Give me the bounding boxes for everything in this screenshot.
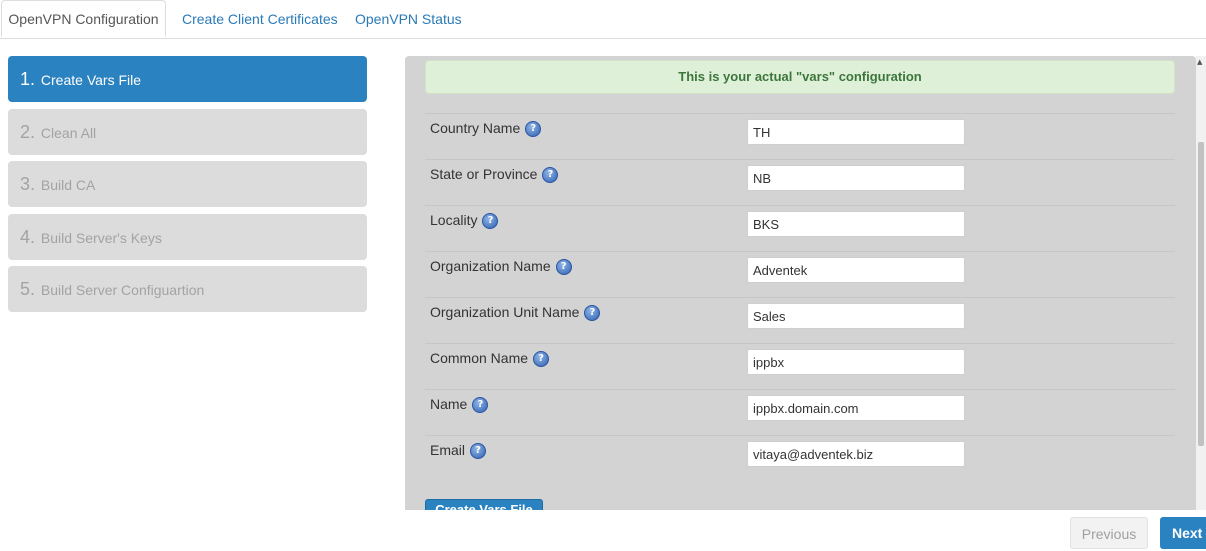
field-label: Locality — [430, 212, 478, 228]
step-number: 2. — [20, 122, 36, 142]
form-row-common-name: Common Name? — [425, 343, 1175, 390]
help-icon[interactable]: ? — [542, 167, 559, 184]
tab-openvpn-status[interactable]: OpenVPN Status — [355, 0, 462, 37]
help-icon[interactable]: ? — [472, 397, 489, 414]
organization-unit-name-field[interactable] — [747, 303, 965, 329]
form-row-organization-name: Organization Name? — [425, 251, 1175, 298]
organization-name-field[interactable] — [747, 257, 965, 283]
step-number: 3. — [20, 174, 36, 194]
previous-button[interactable]: Previous — [1070, 517, 1148, 549]
next-button[interactable]: Next — [1160, 517, 1206, 549]
content-scrollbar[interactable]: ▲ — [1196, 56, 1206, 510]
info-alert: This is your actual "vars" configuration — [425, 60, 1175, 94]
create-vars-file-button[interactable]: Create Vars File — [425, 499, 543, 510]
name-field[interactable] — [747, 395, 965, 421]
form-row-state-province: State or Province? — [425, 159, 1175, 206]
help-icon[interactable]: ? — [555, 259, 572, 276]
email-field[interactable] — [747, 441, 965, 467]
help-icon[interactable]: ? — [533, 351, 550, 368]
help-icon[interactable]: ? — [525, 121, 542, 138]
step-number: 1. — [20, 69, 36, 89]
step-number: 5. — [20, 279, 36, 299]
form-row-email: Email? — [425, 435, 1175, 482]
form-row-organization-unit-name: Organization Unit Name? — [425, 297, 1175, 344]
field-label: Common Name — [430, 350, 529, 366]
help-icon[interactable]: ? — [482, 213, 499, 230]
form-row-name: Name? — [425, 389, 1175, 436]
vars-config-panel: This is your actual "vars" configuration… — [405, 56, 1196, 510]
state-province-field[interactable] — [747, 165, 965, 191]
step-build-server-keys[interactable]: 4. Build Server's Keys — [8, 214, 367, 260]
common-name-field[interactable] — [747, 349, 965, 375]
form-row-locality: Locality? — [425, 205, 1175, 252]
locality-field[interactable] — [747, 211, 965, 237]
step-label: Clean All — [40, 125, 97, 141]
field-label: State or Province — [430, 166, 538, 182]
scroll-up-arrow-icon[interactable]: ▲ — [1197, 58, 1202, 66]
country-name-field[interactable] — [747, 119, 965, 145]
step-build-ca[interactable]: 3. Build CA — [8, 161, 367, 207]
tab-openvpn-configuration[interactable]: OpenVPN Configuration — [1, 0, 166, 37]
step-label: Build Server Configuartion — [40, 282, 205, 298]
field-label: Email — [430, 442, 466, 458]
field-label: Organization Name — [430, 258, 551, 274]
tab-create-client-certificates[interactable]: Create Client Certificates — [182, 0, 338, 37]
scroll-thumb[interactable] — [1198, 142, 1204, 446]
step-label: Create Vars File — [40, 72, 142, 88]
help-icon[interactable]: ? — [584, 305, 601, 322]
tab-bar: OpenVPN Configuration Create Client Cert… — [0, 0, 1206, 39]
field-label: Organization Unit Name — [430, 304, 580, 320]
step-label: Build Server's Keys — [40, 230, 162, 246]
step-clean-all[interactable]: 2. Clean All — [8, 109, 367, 155]
form-row-country-name: Country Name? — [425, 113, 1175, 160]
help-icon[interactable]: ? — [470, 443, 487, 460]
field-label: Country Name — [430, 120, 521, 136]
step-create-vars-file[interactable]: 1. Create Vars File — [8, 56, 367, 102]
step-label: Build CA — [40, 177, 96, 193]
step-number: 4. — [20, 227, 36, 247]
field-label: Name — [430, 396, 468, 412]
step-build-server-configuration[interactable]: 5. Build Server Configuartion — [8, 266, 367, 312]
